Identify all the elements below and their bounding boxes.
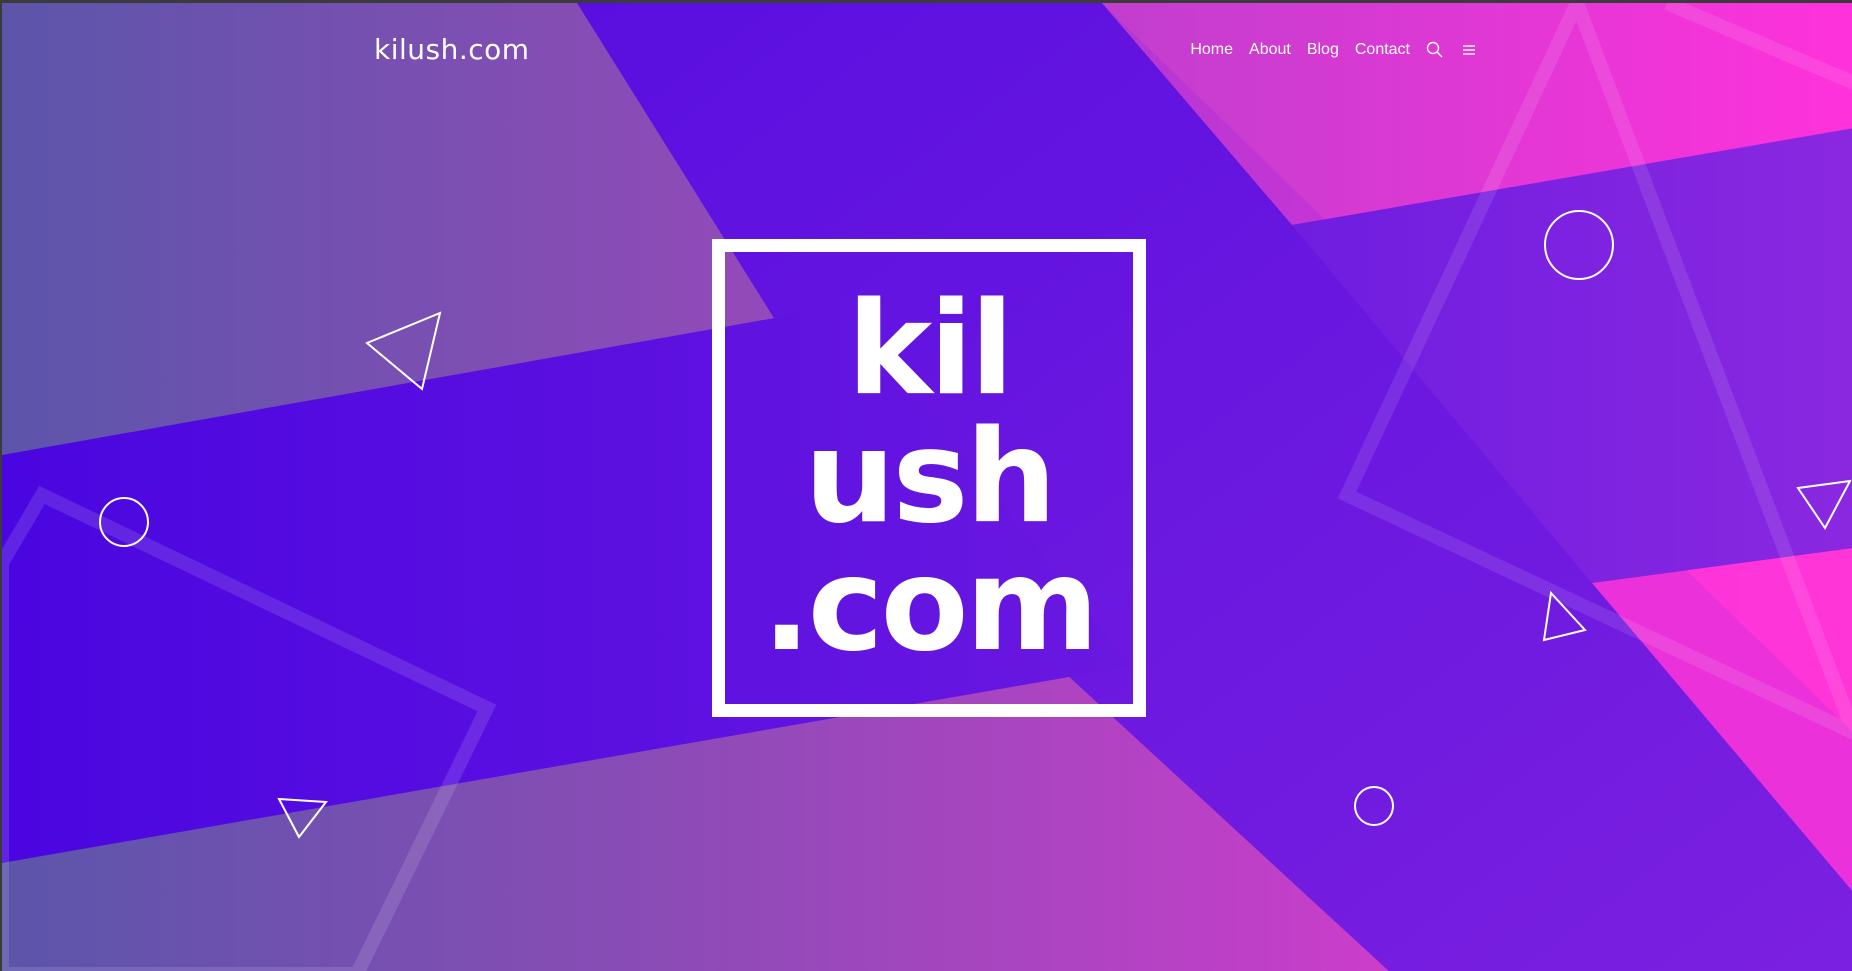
hero-line-2: ush [804, 403, 1056, 552]
page: kilush.com Home About Blog Contact kil u… [0, 0, 1852, 971]
nav-item-about[interactable]: About [1249, 41, 1291, 59]
hero-logo-box: kil ush .com [712, 239, 1146, 717]
hamburger-menu-icon[interactable] [1460, 41, 1478, 59]
nav-item-blog[interactable]: Blog [1307, 41, 1339, 59]
nav-item-home[interactable]: Home [1190, 41, 1233, 59]
site-header: kilush.com Home About Blog Contact [2, 3, 1852, 103]
hero-line-3: .com [762, 531, 1099, 680]
main-nav: Home About Blog Contact [1190, 41, 1478, 59]
site-logo-link[interactable]: kilush.com [374, 33, 530, 66]
nav-item-contact[interactable]: Contact [1355, 41, 1410, 59]
search-icon[interactable] [1426, 41, 1444, 59]
hero-line-1: kil [847, 275, 1014, 424]
